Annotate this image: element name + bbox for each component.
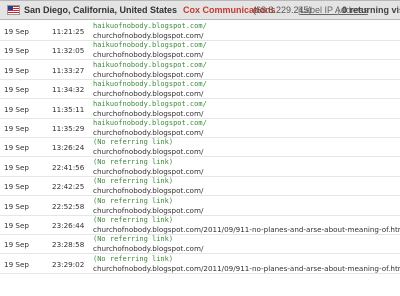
visit-page-link[interactable]: churchofnobody.blogspot.com/ [93,31,203,40]
visit-page-link[interactable]: churchofnobody.blogspot.com/ [93,147,203,156]
visit-row: 19 Sep 11:35:11 haikuofnobody.blogspot.com… [0,99,400,119]
returning-visits-count: 0 returning visits [342,5,400,15]
visit-row: 19 Sep 22:41:56 (No referring link) churcho… [0,157,400,177]
visit-page-link[interactable]: churchofnobody.blogspot.com/ [93,206,203,215]
visit-referrer-link[interactable]: (No referring link) [93,138,173,146]
visit-page-link[interactable]: churchofnobody.blogspot.com/ [93,244,203,253]
visit-time: 23:28:58 [52,240,85,250]
visit-row: 19 Sep 23:29:02 (No referring link) churcho… [0,254,400,274]
visit-page-link[interactable]: churchofnobody.blogspot.com/ [93,89,203,98]
visit-date: 19 Sep [4,65,29,75]
visit-row: 19 Sep 22:42:25 (No referring link) churcho… [0,176,400,197]
visit-referrer-link[interactable]: haikuofnobody.blogspot.com/ [93,22,207,30]
visit-date: 19 Sep [4,27,29,36]
visit-referrer-link[interactable]: haikuofnobody.blogspot.com/ [93,100,207,108]
visit-time: 11:21:25 [52,27,85,36]
visit-date: 19 Sep [4,240,29,250]
visit-time: 23:26:44 [52,221,85,230]
visit-time: 22:41:56 [52,162,85,172]
visit-date: 19 Sep [4,104,29,114]
visit-referrer-link[interactable]: (No referring link) [93,255,173,263]
visit-row: 19 Sep 11:35:29 haikuofnobody.blogspot.com… [0,118,400,138]
visit-date: 19 Sep [4,182,29,192]
visit-page-link[interactable]: churchofnobody.blogspot.com/2011/09/911-… [93,264,400,273]
visit-time: 23:29:02 [52,259,85,269]
visit-date: 19 Sep [4,143,29,153]
visitor-location: San Diego, California, United States [24,5,178,15]
visit-referrer-link[interactable]: haikuofnobody.blogspot.com/ [93,119,207,127]
visit-row: 19 Sep 13:26:24 (No referring link) churcho… [0,137,400,158]
visit-page-link[interactable]: churchofnobody.blogspot.com/2011/09/911-… [93,225,400,234]
visit-referrer-link[interactable]: (No referring link) [93,177,173,185]
us-flag-icon [7,5,20,15]
visit-row: 19 Sep 23:26:44 (No referring link) churcho… [0,215,400,235]
visit-page-link[interactable]: churchofnobody.blogspot.com/ [93,50,203,59]
visit-date: 19 Sep [4,201,29,211]
visit-time: 22:42:25 [52,182,85,192]
visit-page-link[interactable]: churchofnobody.blogspot.com/ [93,128,203,137]
visit-row: 19 Sep 22:52:58 (No referring link) churcho… [0,196,400,216]
visit-row: 19 Sep 11:34:32 haikuofnobody.blogspot.com… [0,79,400,100]
visit-time: 13:26:24 [52,143,85,153]
visit-date: 19 Sep [4,259,29,269]
visit-row: 19 Sep 23:28:58 (No referring link) churcho… [0,234,400,255]
visit-row: 19 Sep 11:33:27 haikuofnobody.blogspot.com… [0,60,400,80]
visit-time: 11:35:29 [52,124,85,133]
visit-referrer-link[interactable]: (No referring link) [93,235,173,243]
visit-time: 11:32:05 [52,46,85,56]
visit-row: 19 Sep 11:32:05 haikuofnobody.blogspot.com… [0,40,400,61]
visit-time: 11:34:32 [52,85,85,95]
visit-page-link[interactable]: churchofnobody.blogspot.com/ [93,186,203,195]
visitor-header: San Diego, California, United States Cox… [0,0,400,20]
visit-referrer-link[interactable]: haikuofnobody.blogspot.com/ [93,41,207,49]
visit-date: 19 Sep [4,46,29,56]
visit-time: 11:35:11 [52,104,85,114]
visit-page-link[interactable]: churchofnobody.blogspot.com/ [93,167,203,176]
visit-date: 19 Sep [4,124,29,133]
visit-referrer-link[interactable]: (No referring link) [93,197,173,205]
visit-date: 19 Sep [4,162,29,172]
visit-referrer-link[interactable]: haikuofnobody.blogspot.com/ [93,61,207,69]
visit-page-link[interactable]: churchofnobody.blogspot.com/ [93,109,203,118]
visit-time: 11:33:27 [52,65,85,75]
visit-date: 19 Sep [4,85,29,95]
visit-date: 19 Sep [4,221,29,230]
visit-referrer-link[interactable]: (No referring link) [93,216,173,224]
visit-referrer-link[interactable]: (No referring link) [93,158,173,166]
visit-page-link[interactable]: churchofnobody.blogspot.com/ [93,70,203,79]
visit-row: 19 Sep 11:21:25 haikuofnobody.blogspot.com… [0,21,400,41]
visit-referrer-link[interactable]: haikuofnobody.blogspot.com/ [93,80,207,88]
visit-time: 22:52:58 [52,201,85,211]
